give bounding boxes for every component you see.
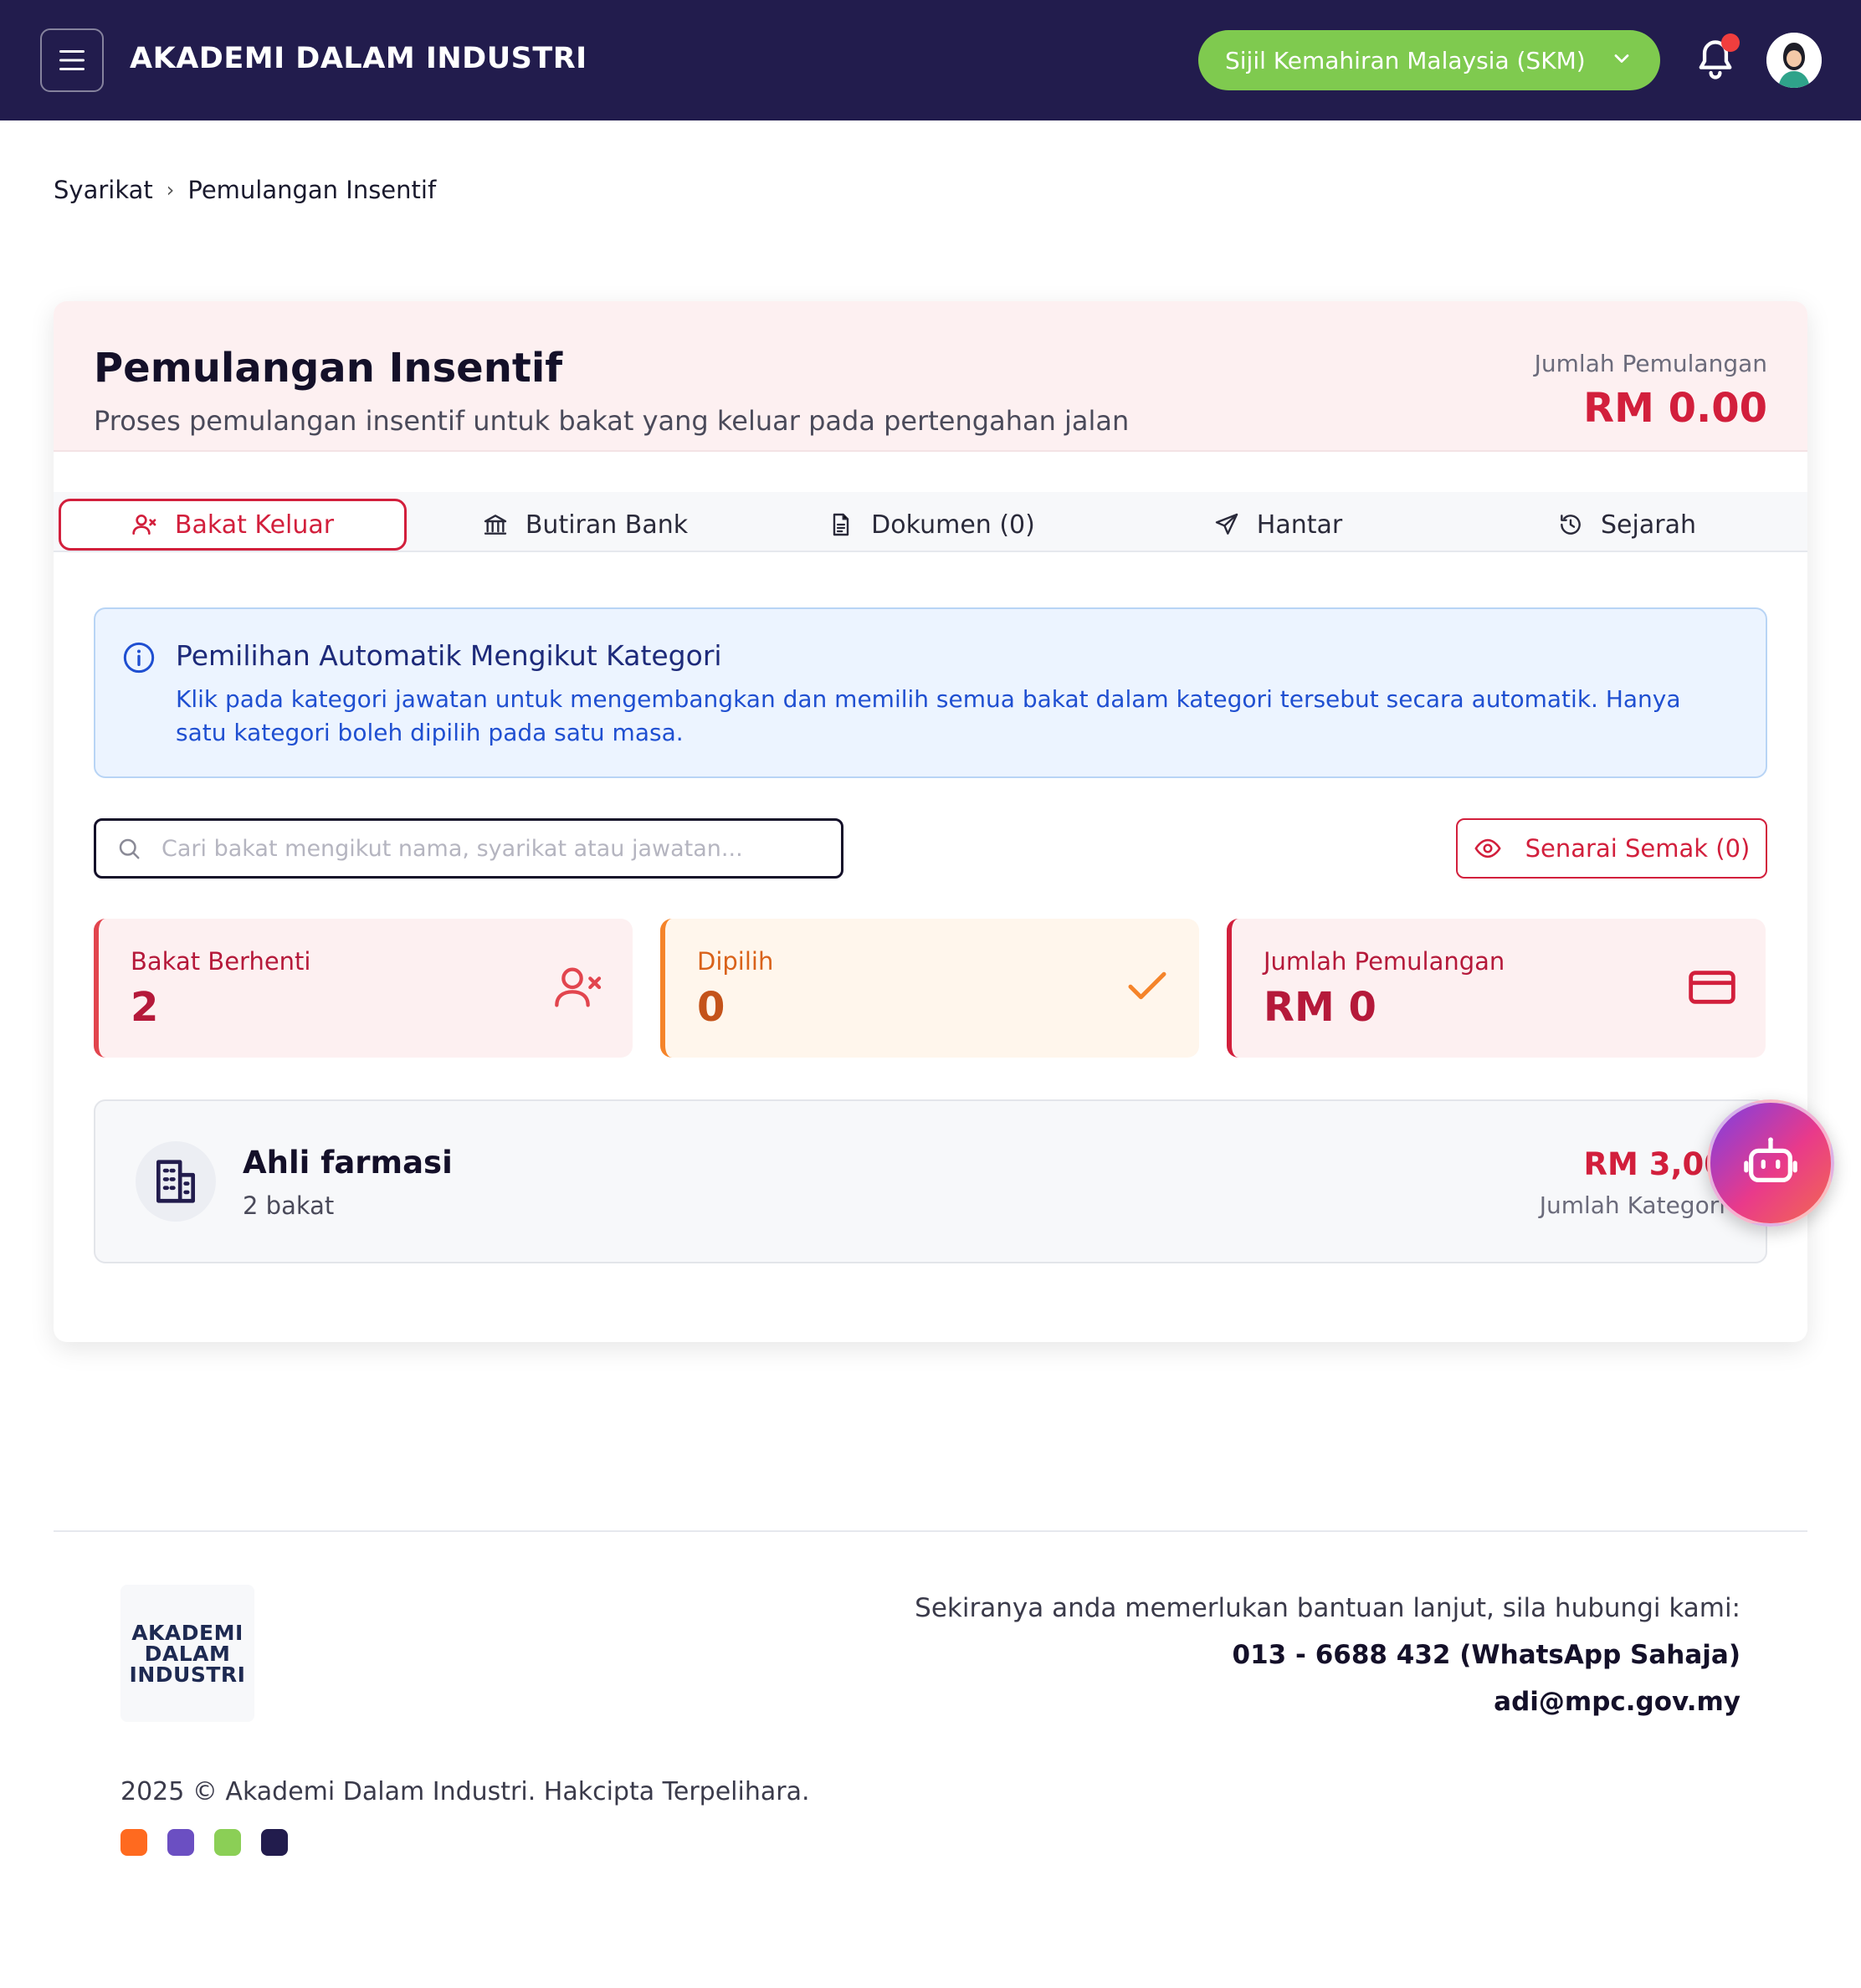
menu-toggle-button[interactable] — [40, 28, 104, 92]
chatbot-button[interactable] — [1707, 1099, 1834, 1227]
page-subtitle: Proses pemulangan insentif untuk bakat y… — [94, 405, 1130, 437]
hamburger-icon — [59, 50, 85, 70]
info-title: Pemilihan Automatik Mengikut Kategori — [176, 639, 722, 672]
stat-label: Jumlah Pemulangan — [1264, 947, 1505, 976]
history-icon — [1561, 515, 1581, 535]
stat-card-talent-stopped: Bakat Berhenti 2 — [94, 919, 633, 1058]
category-name: Ahli farmasi — [243, 1145, 453, 1181]
card-header: Pemulangan Insentif Proses pemulangan in… — [54, 301, 1807, 452]
user-avatar-image — [1766, 33, 1822, 88]
breadcrumb-separator: › — [166, 178, 175, 202]
footer-email[interactable]: adi@mpc.gov.my — [1494, 1687, 1741, 1717]
color-swatch — [120, 1829, 147, 1856]
footer-phone[interactable]: 013 - 6688 432 (WhatsApp Sahaja) — [1233, 1640, 1741, 1670]
tab-label: Butiran Bank — [525, 510, 689, 540]
footer-logo-line: AKADEMI — [131, 1620, 244, 1645]
tab-bakat-keluar[interactable]: Bakat Keluar — [59, 499, 407, 551]
stat-value: RM 0 — [1264, 984, 1377, 1031]
user-x-icon — [132, 515, 156, 535]
tab-butiran-bank[interactable]: Butiran Bank — [412, 499, 758, 551]
color-swatch — [261, 1829, 288, 1856]
stat-value: 2 — [131, 984, 159, 1031]
footer-logo: AKADEMI DALAM INDUSTRI — [120, 1585, 254, 1722]
footer-logo-line: INDUSTRI — [129, 1662, 246, 1687]
category-icon-wrapper — [136, 1141, 216, 1222]
program-selector[interactable]: Sijil Kemahiran Malaysia (SKM) — [1198, 30, 1660, 90]
tab-sejarah[interactable]: Sejarah — [1451, 499, 1802, 551]
stat-value: 0 — [697, 984, 725, 1031]
category-count: 2 bakat — [243, 1191, 335, 1220]
tab-label: Sejarah — [1601, 510, 1696, 540]
tab-dokumen[interactable]: Dokumen (0) — [758, 499, 1105, 551]
user-x-icon — [555, 967, 602, 1007]
program-selector-label: Sijil Kemahiran Malaysia (SKM) — [1225, 46, 1586, 74]
bank-icon — [484, 515, 507, 535]
total-return-label: Jumlah Pemulangan — [1534, 350, 1767, 377]
user-avatar[interactable] — [1766, 33, 1822, 88]
breadcrumb: Syarikat › Pemulangan Insentif — [54, 176, 436, 204]
info-icon — [123, 642, 155, 674]
building-icon — [156, 1160, 195, 1203]
chevron-down-icon — [1614, 54, 1629, 63]
footer-logo-line: DALAM — [144, 1641, 231, 1666]
stat-label: Dipilih — [697, 947, 774, 976]
send-icon — [1215, 513, 1238, 535]
info-text: Klik pada kategori jawatan untuk mengemb… — [176, 685, 1681, 746]
tab-label: Dokumen (0) — [871, 510, 1035, 540]
tab-hantar[interactable]: Hantar — [1105, 499, 1451, 551]
tab-label: Hantar — [1256, 510, 1343, 540]
tab-label: Bakat Keluar — [174, 510, 335, 540]
search-icon — [119, 838, 140, 859]
credit-card-icon — [1689, 971, 1735, 1004]
notification-dot — [1721, 33, 1740, 52]
breadcrumb-parent-link[interactable]: Syarikat — [54, 176, 153, 204]
copyright-text: 2025 © Akademi Dalam Industri. Hakcipta … — [120, 1777, 810, 1806]
talent-search-box[interactable] — [94, 818, 843, 879]
color-swatch — [214, 1829, 241, 1856]
page-title: Pemulangan Insentif — [94, 345, 563, 392]
check-icon — [1128, 971, 1166, 1000]
auto-select-info-box: Pemilihan Automatik Mengikut Kategori Kl… — [94, 607, 1767, 778]
stat-card-selected: Dipilih 0 — [660, 919, 1199, 1058]
tab-bar: Bakat Keluar Butiran Bank Dokumen (0) Ha… — [54, 492, 1807, 552]
robot-icon — [1744, 1137, 1797, 1183]
footer-help-text: Sekiranya anda memerlukan bantuan lanjut… — [915, 1593, 1741, 1623]
document-icon — [833, 513, 849, 536]
top-navbar: AKADEMI DALAM INDUSTRI Sijil Kemahiran M… — [0, 0, 1861, 120]
incentive-return-card: Pemulangan Insentif Proses pemulangan in… — [54, 301, 1807, 1342]
stat-label: Bakat Berhenti — [131, 947, 311, 976]
category-row-ahli-farmasi[interactable]: Ahli farmasi 2 bakat RM 3,00 Jumlah Kate… — [94, 1099, 1767, 1263]
talent-search-input[interactable] — [161, 835, 831, 862]
footer-divider — [54, 1530, 1807, 1532]
breadcrumb-current: Pemulangan Insentif — [187, 176, 437, 204]
total-return-value: RM 0.00 — [1583, 385, 1767, 432]
stat-card-total-return: Jumlah Pemulangan RM 0 — [1227, 919, 1766, 1058]
category-amount-label: Jumlah Kategori — [1539, 1191, 1725, 1219]
eye-icon — [1474, 838, 1501, 858]
checklist-button-label: Senarai Semak (0) — [1525, 834, 1751, 863]
brand-color-swatches — [120, 1829, 288, 1856]
color-swatch — [167, 1829, 194, 1856]
category-amount: RM 3,00 — [1583, 1146, 1725, 1182]
brand-title[interactable]: AKADEMI DALAM INDUSTRI — [130, 42, 587, 75]
checklist-button[interactable]: Senarai Semak (0) — [1456, 818, 1767, 879]
